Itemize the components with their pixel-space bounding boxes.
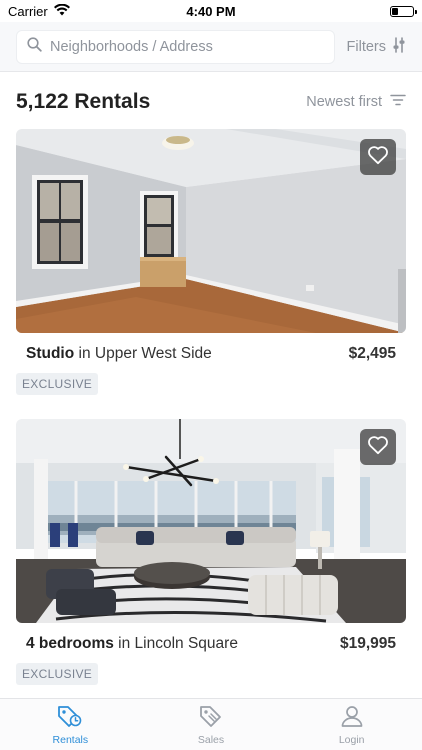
exclusive-badge: EXCLUSIVE [16,663,99,685]
sort-lines-icon [390,94,406,110]
tab-rentals[interactable]: Rentals [0,699,141,750]
search-icon [27,36,42,57]
tab-login[interactable]: Login [281,699,422,750]
listing-photo[interactable] [16,419,406,623]
apartment-studio-photo [16,129,406,333]
sales-tag-icon [198,704,224,731]
listing-price: $2,495 [348,345,396,362]
favorite-button[interactable] [360,429,396,465]
listing-title: Studio in Upper West Side [26,345,212,363]
listing-card[interactable]: 4 bedrooms in Lincoln Square $19,995 EXC… [16,419,406,685]
sort-label: Newest first [306,94,382,110]
search-header: Filters [0,22,422,72]
sort-button[interactable]: Newest first [306,94,406,110]
filters-label: Filters [346,38,386,55]
listing-price: $19,995 [339,635,396,652]
exclusive-badge: EXCLUSIVE [16,373,99,395]
listing-photo[interactable] [16,129,406,333]
status-bar: Carrier 4:40 PM [0,0,422,22]
tab-sales[interactable]: Sales [141,699,282,750]
listing-title: 4 bedrooms in Lincoln Square [26,635,238,653]
carrier-label: Carrier [8,3,48,19]
favorite-button[interactable] [360,139,396,175]
heart-outline-icon [367,435,389,460]
battery-level [392,7,398,15]
listing-info: Studio in Upper West Side $2,495 [16,345,406,363]
rentals-tag-icon [57,704,83,731]
results-count: 5,122 Rentals [16,90,151,113]
status-left: Carrier [8,3,70,19]
apartment-living-room-photo [16,419,406,623]
tab-label: Rentals [52,733,89,746]
wifi-icon [53,3,70,19]
battery-icon [390,5,417,17]
tab-label: Login [338,733,365,746]
heart-outline-icon [367,145,389,170]
search-box[interactable] [16,29,335,64]
filters-button[interactable]: Filters [346,36,406,57]
listing-card[interactable]: Studio in Upper West Side $2,495 EXCLUSI… [16,129,406,395]
listing-info: 4 bedrooms in Lincoln Square $19,995 [16,635,406,653]
listing-location: in Lincoln Square [113,635,238,652]
results-header: 5,122 Rentals Newest first [16,84,406,120]
tab-label: Sales [197,733,225,746]
tab-bar: Rentals Sales Login [0,698,422,750]
listing-location: in Upper West Side [74,345,212,362]
filters-sliders-icon [392,36,406,57]
search-input[interactable] [50,38,324,55]
listing-beds: 4 bedrooms [26,635,114,652]
listing-beds: Studio [26,345,75,362]
user-icon [340,704,364,731]
